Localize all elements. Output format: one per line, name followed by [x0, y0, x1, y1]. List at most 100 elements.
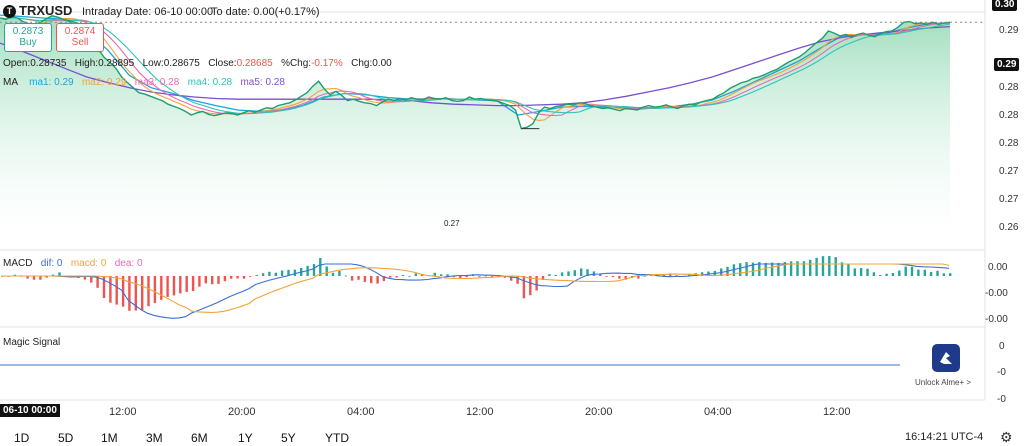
time-label: 20:00 — [228, 406, 256, 418]
price-tick: 0.27 — [999, 166, 1019, 177]
macd-bar — [866, 268, 869, 276]
macd-bar — [465, 276, 468, 278]
macd-bar — [478, 276, 481, 277]
macd-bar — [611, 276, 615, 278]
low-value: Low:0.28675 — [142, 58, 200, 69]
macd-bar — [414, 273, 417, 276]
macd-bar — [936, 270, 939, 276]
macd-bar — [834, 257, 837, 276]
macd-bar — [904, 266, 907, 276]
high-value: High:0.28895 — [74, 58, 135, 69]
macd-bar — [39, 276, 42, 280]
buy-button[interactable]: 0.2873 Buy — [4, 23, 52, 52]
macd-bar — [885, 273, 888, 276]
macd-bar — [160, 276, 163, 300]
date-label: Date: 06-10 00:00 — [125, 6, 214, 18]
range-6m-button[interactable]: 6M — [191, 431, 208, 445]
macd-bar — [109, 276, 112, 303]
range-3m-button[interactable]: 3M — [146, 431, 163, 445]
interval-label: Intraday — [82, 6, 122, 18]
trx-logo-icon: T — [3, 5, 16, 18]
price-tick: 0.29 — [999, 25, 1019, 36]
macd-bar — [32, 276, 36, 280]
macd-bar — [847, 263, 850, 276]
time-label: 20:00 — [585, 406, 613, 418]
macd-bar — [185, 276, 188, 292]
macd-bar — [128, 276, 131, 311]
macd-title: MACD — [3, 258, 33, 269]
macd-bar — [217, 276, 220, 284]
macd-bar — [389, 276, 392, 278]
magic-tick: -0 — [997, 394, 1006, 405]
range-1m-button[interactable]: 1M — [101, 431, 118, 445]
macd-bar — [872, 272, 876, 276]
macd-bar — [802, 261, 806, 276]
macd-bar — [408, 275, 411, 277]
time-label: 12:00 — [466, 406, 494, 418]
macd-bar — [567, 271, 570, 276]
ma-legend: MA ma1: 0.29 ma2: 0.29 ma3: 0.28 ma4: 0.… — [3, 77, 285, 88]
range-5d-button[interactable]: 5D — [58, 431, 73, 445]
macd-bar — [859, 268, 863, 276]
macd-bar — [459, 276, 462, 278]
time-cursor-tag: 06-10 00:00 — [0, 404, 60, 417]
macd-bar — [236, 276, 239, 279]
macd-bar — [147, 276, 150, 307]
macd-bar — [910, 266, 914, 276]
macd-bar — [223, 276, 227, 282]
macd-bar — [395, 276, 398, 278]
macd-bar — [770, 262, 774, 276]
settings-gear-icon[interactable]: ⚙ — [1000, 429, 1013, 446]
macd-bar — [198, 276, 201, 287]
ma3-label: ma3: 0.28 — [134, 77, 180, 88]
macd-bar — [535, 276, 538, 291]
macd-value-label: macd: 0 — [70, 258, 107, 269]
macd-bar — [446, 274, 449, 276]
macd-bar — [293, 269, 297, 276]
macd-bar — [923, 269, 926, 276]
macd-bar — [242, 276, 246, 279]
macd-bar — [325, 266, 328, 276]
macd-bar — [917, 269, 920, 276]
macd-bar — [777, 262, 780, 276]
sell-button[interactable]: 0.2874 Sell — [56, 23, 104, 52]
sell-price: 0.2874 — [64, 26, 96, 37]
macd-bar — [166, 276, 169, 297]
macd-bar — [929, 271, 933, 276]
macd-bar — [255, 275, 258, 276]
range-1d-button[interactable]: 1D — [14, 431, 29, 445]
macd-bar — [739, 263, 742, 276]
macd-tick: -0.00 — [985, 288, 1008, 299]
macd-bar — [891, 273, 895, 276]
macd-bar — [879, 275, 882, 276]
macd-bar — [268, 271, 271, 276]
macd-bar — [745, 262, 748, 276]
macd-bar — [179, 276, 182, 294]
macd-legend: MACD dif: 0 macd: 0 dea: 0 — [3, 258, 143, 269]
macd-bar — [344, 275, 347, 277]
symbol-name: TRXUSD — [19, 3, 73, 18]
range-5y-button[interactable]: 5Y — [281, 431, 296, 445]
macd-bar — [211, 276, 214, 285]
dea-label: dea: 0 — [114, 258, 143, 269]
unlock-alme-link[interactable]: Unlock Alme+ > — [915, 378, 971, 387]
macd-bar — [522, 276, 526, 299]
pchg-label: %Chg: — [281, 58, 312, 69]
ma2-label: ma2: 0.29 — [81, 77, 127, 88]
range-ytd-button[interactable]: YTD — [325, 431, 349, 445]
time-label: 12:00 — [823, 406, 851, 418]
macd-bar — [153, 276, 157, 303]
current-price-tag: 0.30 — [992, 0, 1018, 11]
ma4-label: ma4: 0.28 — [187, 77, 233, 88]
macd-bar — [548, 274, 551, 276]
buy-price: 0.2873 — [12, 26, 44, 37]
alme-logo-icon[interactable] — [932, 344, 960, 372]
macd-bar — [204, 276, 207, 284]
macd-bar — [249, 276, 252, 277]
range-1y-button[interactable]: 1Y — [238, 431, 253, 445]
macd-bar — [949, 273, 952, 276]
macd-bar — [280, 270, 284, 276]
macd-bar — [433, 272, 436, 276]
macd-bar — [274, 272, 277, 276]
macd-tick: 0.00 — [988, 262, 1008, 273]
